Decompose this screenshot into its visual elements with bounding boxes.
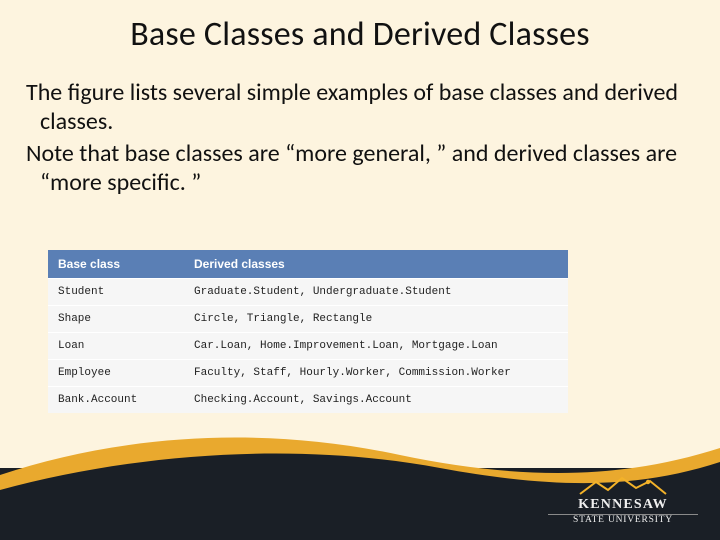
cell-base: Shape bbox=[48, 306, 186, 332]
cell-base: Bank.Account bbox=[48, 387, 186, 413]
table-row: Shape Circle, Triangle, Rectangle bbox=[48, 306, 568, 333]
table-row: Loan Car.Loan, Home.Improvement.Loan, Mo… bbox=[48, 333, 568, 360]
cell-base: Student bbox=[48, 279, 186, 305]
mountain-icon bbox=[578, 476, 668, 496]
table-row: Employee Faculty, Staff, Hourly.Worker, … bbox=[48, 360, 568, 387]
table-row: Student Graduate.Student, Undergraduate.… bbox=[48, 279, 568, 306]
body-text: The figure lists several simple examples… bbox=[26, 78, 694, 199]
header-derived-classes: Derived classes bbox=[186, 250, 568, 278]
table-row: Bank.Account Checking.Account, Savings.A… bbox=[48, 387, 568, 413]
logo-line2: STATE UNIVERSITY bbox=[548, 514, 698, 526]
cell-base: Loan bbox=[48, 333, 186, 359]
cell-derived: Graduate.Student, Undergraduate.Student bbox=[186, 279, 568, 305]
table-header-row: Base class Derived classes bbox=[48, 250, 568, 279]
cell-derived: Car.Loan, Home.Improvement.Loan, Mortgag… bbox=[186, 333, 568, 359]
header-base-class: Base class bbox=[48, 250, 186, 278]
paragraph-2: Note that base classes are “more general… bbox=[26, 139, 694, 198]
slide-title: Base Classes and Derived Classes bbox=[0, 14, 720, 55]
cell-base: Employee bbox=[48, 360, 186, 386]
slide: Base Classes and Derived Classes The fig… bbox=[0, 0, 720, 540]
kennesaw-logo: KENNESAW STATE UNIVERSITY bbox=[548, 476, 698, 530]
cell-derived: Checking.Account, Savings.Account bbox=[186, 387, 568, 413]
cell-derived: Circle, Triangle, Rectangle bbox=[186, 306, 568, 332]
paragraph-1: The figure lists several simple examples… bbox=[26, 78, 694, 137]
cell-derived: Faculty, Staff, Hourly.Worker, Commissio… bbox=[186, 360, 568, 386]
classes-table: Base class Derived classes Student Gradu… bbox=[48, 250, 568, 413]
logo-line1: KENNESAW bbox=[548, 498, 698, 512]
